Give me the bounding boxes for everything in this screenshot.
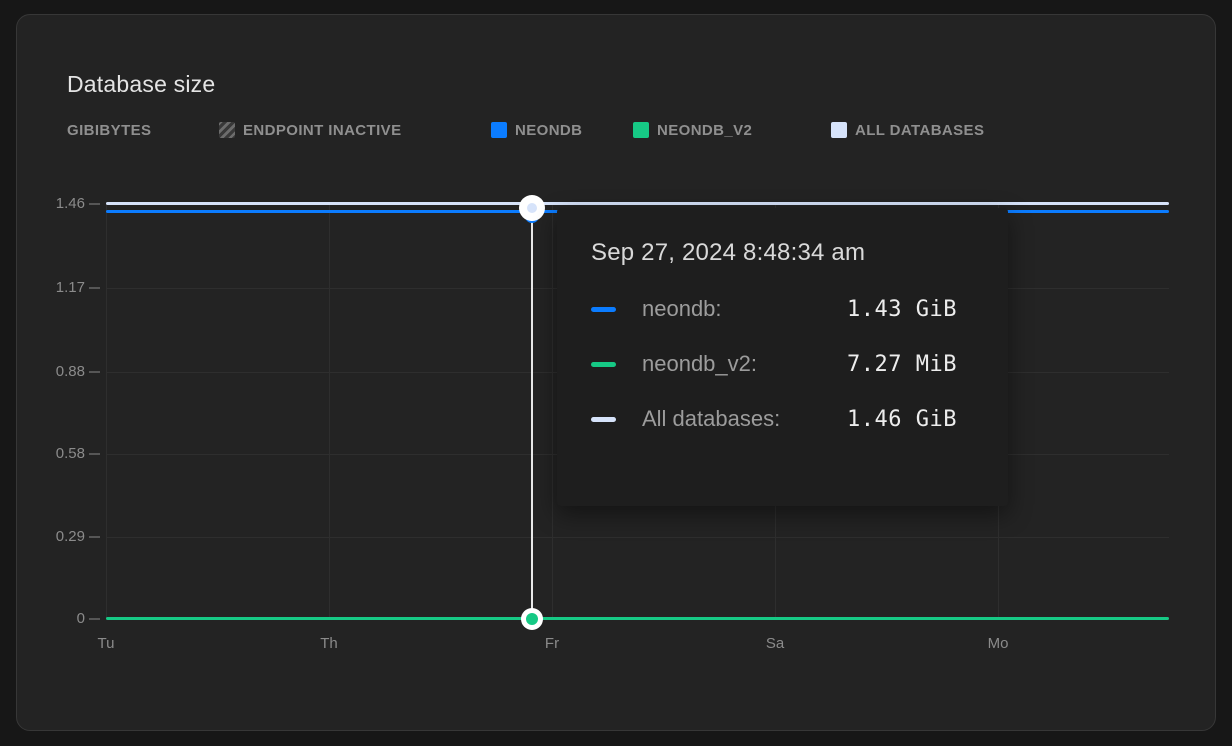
neondb-dash-icon <box>591 307 616 312</box>
unit-label: GIBIBYTES <box>67 121 151 139</box>
tooltip-row-value: 7.27 MiB <box>847 352 957 377</box>
gridline <box>106 204 107 619</box>
legend-label: NEONDB <box>515 122 582 139</box>
legend-item-neondb-v2[interactable]: NEONDB_V2 <box>633 121 752 139</box>
database-size-card: Database size GIBIBYTES ENDPOINT INACTIV… <box>16 14 1216 731</box>
gridline <box>106 537 1169 538</box>
chart-title: Database size <box>67 69 215 99</box>
tooltip-row-neondb-v2: neondb_v2: 7.27 MiB <box>591 350 978 378</box>
x-tick-label: Th <box>299 635 359 652</box>
y-tick-label: 0.58 <box>17 444 85 464</box>
x-tick-label: Tu <box>76 635 136 652</box>
legend-label: ENDPOINT INACTIVE <box>243 122 401 139</box>
legend-label: ALL DATABASES <box>855 122 984 139</box>
gridline <box>329 204 330 619</box>
y-tick-label: 0.88 <box>17 362 85 382</box>
hover-point-neondb-v2-center <box>526 613 538 625</box>
hover-point-all-databases-center <box>527 203 537 213</box>
legend-label: NEONDB_V2 <box>657 122 752 139</box>
x-tick-label: Fr <box>522 635 582 652</box>
y-tick-mark <box>89 536 100 538</box>
neondb-v2-dash-icon <box>591 362 616 367</box>
series-line-neondb-v2[interactable] <box>106 617 1169 620</box>
y-tick-mark <box>89 453 100 455</box>
x-tick-label: Sa <box>745 635 805 652</box>
legend-item-endpoint-inactive[interactable]: ENDPOINT INACTIVE <box>219 121 401 139</box>
tooltip-row-label: All databases: <box>642 406 847 432</box>
tooltip-row-all-databases: All databases: 1.46 GiB <box>591 405 978 433</box>
y-tick-mark <box>89 203 100 205</box>
tooltip-row-value: 1.46 GiB <box>847 407 957 432</box>
legend-item-all-databases[interactable]: ALL DATABASES <box>831 121 984 139</box>
y-tick-mark <box>89 287 100 289</box>
tooltip-row-value: 1.43 GiB <box>847 297 957 322</box>
tooltip-row-label: neondb: <box>642 296 847 322</box>
gridline <box>552 204 553 619</box>
neondb-v2-swatch-icon <box>633 122 649 138</box>
y-tick-label: 1.46 <box>17 194 85 214</box>
y-tick-label: 1.17 <box>17 278 85 298</box>
unit-label-text: GIBIBYTES <box>67 122 151 139</box>
series-line-all-databases[interactable] <box>106 202 1169 205</box>
neondb-swatch-icon <box>491 122 507 138</box>
tooltip-row-label: neondb_v2: <box>642 351 847 377</box>
y-tick-label: 0 <box>17 609 85 629</box>
endpoint-inactive-hatched-icon <box>219 122 235 138</box>
chart-tooltip: Sep 27, 2024 8:48:34 am neondb: 1.43 GiB… <box>557 208 1008 506</box>
tooltip-row-neondb: neondb: 1.43 GiB <box>591 295 978 323</box>
x-tick-label: Mo <box>968 635 1028 652</box>
all-databases-dash-icon <box>591 417 616 422</box>
crosshair-line <box>531 208 533 620</box>
legend-item-neondb[interactable]: NEONDB <box>491 121 582 139</box>
all-databases-swatch-icon <box>831 122 847 138</box>
y-tick-label: 0.29 <box>17 527 85 547</box>
tooltip-timestamp: Sep 27, 2024 8:48:34 am <box>591 238 978 268</box>
y-tick-mark <box>89 371 100 373</box>
y-tick-mark <box>89 618 100 620</box>
